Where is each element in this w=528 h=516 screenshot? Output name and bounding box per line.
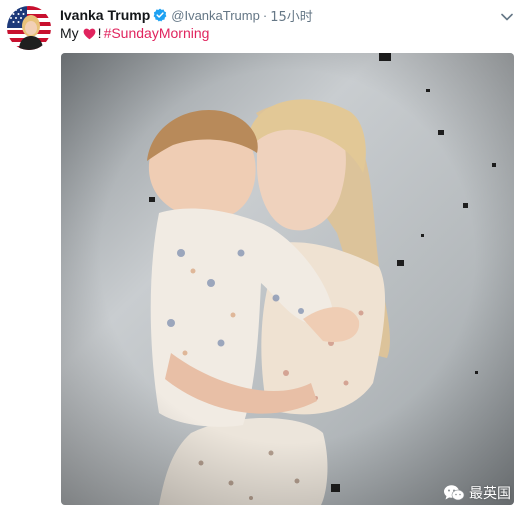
- tweet-text-word: My: [60, 25, 79, 41]
- tweet-card: Ivanka Trump @IvankaTrump · 15小时 My ! #S…: [0, 0, 528, 516]
- tweet-header: Ivanka Trump @IvankaTrump · 15小时: [60, 6, 313, 25]
- tweet-text-exclaim: !: [97, 25, 102, 41]
- hashtag-link[interactable]: #SundayMorning: [104, 25, 210, 41]
- avatar[interactable]: [7, 6, 51, 50]
- tweet-photo[interactable]: [61, 53, 514, 505]
- watermark: 最英国: [443, 483, 511, 503]
- watermark-text: 最英国: [469, 486, 511, 502]
- verified-badge-icon: [153, 8, 167, 22]
- tweet-text: My ! #SundayMorning: [60, 25, 209, 41]
- red-heart-icon: [83, 27, 96, 40]
- wechat-icon: [443, 484, 465, 502]
- display-name[interactable]: Ivanka Trump: [60, 7, 150, 23]
- user-handle[interactable]: @IvankaTrump: [171, 8, 260, 23]
- chevron-down-icon[interactable]: [500, 9, 514, 21]
- separator-dot: ·: [262, 7, 268, 23]
- tweet-timestamp[interactable]: 15小时: [270, 6, 313, 25]
